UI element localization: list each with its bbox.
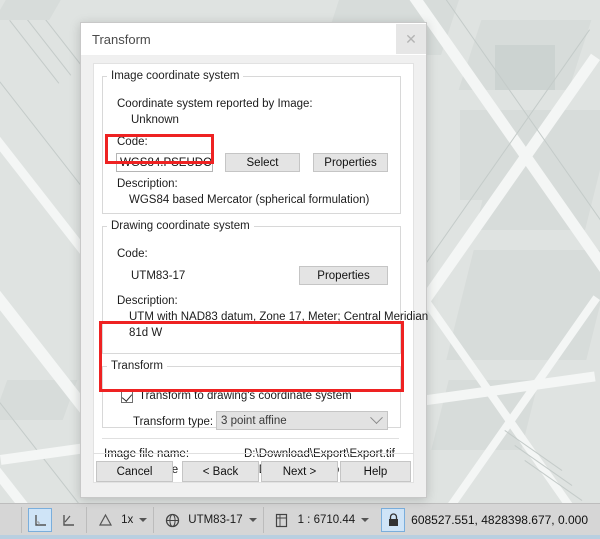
close-icon[interactable]: ✕ — [396, 24, 426, 54]
dialog-body: Image coordinate system Coordinate syste… — [93, 63, 428, 483]
transform-dialog: Transform ✕ Image coordinate system Coor… — [80, 22, 428, 498]
drawing-code-value: UTM83-17 — [131, 270, 186, 282]
image-file-label: Image file name: — [104, 448, 190, 460]
globe-icon — [160, 508, 184, 532]
transform-group: Transform Transform to drawing's coordin… — [102, 360, 401, 430]
drawing-code-label: Code: — [117, 248, 148, 260]
bottom-accent-strip — [0, 535, 600, 539]
image-properties-button[interactable]: Properties — [313, 153, 388, 172]
drawing-description-line2: 81d W — [129, 327, 163, 339]
chevron-down-icon — [370, 411, 383, 425]
next-button[interactable]: Next > — [261, 461, 338, 482]
coordinate-system-group[interactable]: UTM83-17 — [153, 507, 262, 533]
divider-top — [102, 438, 399, 439]
transform-type-select[interactable]: 3 point affine — [216, 411, 388, 430]
transform-type-value: 3 point affine — [221, 414, 287, 427]
reported-cs-value: Unknown — [131, 114, 179, 126]
coordinate-axes-icon[interactable] — [28, 508, 53, 532]
warning-triangle-icon — [93, 508, 117, 532]
chevron-down-icon[interactable] — [248, 518, 257, 522]
dialog-titlebar: Transform ✕ — [81, 23, 426, 56]
drawing-coordinate-system-group: Drawing coordinate system Code: UTM83-17… — [102, 220, 428, 354]
drawing-description-label: Description: — [117, 295, 178, 307]
image-description-value: WGS84 based Mercator (spherical formulat… — [129, 194, 370, 206]
chevron-down-icon[interactable] — [139, 518, 148, 522]
image-description-label: Description: — [117, 178, 178, 190]
coordinate-readout: 608527.551, 4828398.677, 0.000 — [411, 513, 588, 527]
reported-cs-label: Coordinate system reported by Image: — [117, 98, 313, 110]
angle-axes-icon[interactable] — [56, 508, 80, 532]
drawing-cs-legend: Drawing coordinate system — [111, 220, 250, 232]
scale-group[interactable]: 1 : 6710.44 — [262, 507, 376, 533]
help-button[interactable]: Help — [340, 461, 411, 482]
divider-bottom — [93, 453, 414, 454]
chevron-down-icon[interactable] — [361, 518, 370, 522]
annotation-scale-value: 1x — [121, 514, 134, 526]
scale-page-icon — [270, 508, 294, 532]
image-code-input[interactable]: WGS84.PSEUDOM — [116, 153, 213, 172]
check-icon — [121, 391, 133, 402]
cancel-button[interactable]: Cancel — [96, 461, 173, 482]
select-button[interactable]: Select — [225, 153, 300, 172]
transform-legend: Transform — [111, 360, 163, 372]
scale-value: 1 : 6710.44 — [297, 514, 356, 526]
lock-group — [375, 507, 411, 533]
drawing-properties-button[interactable]: Properties — [299, 266, 388, 285]
coordinate-system-value: UTM83-17 — [188, 514, 243, 526]
image-code-label: Code: — [117, 136, 148, 148]
status-bar-spacer — [0, 504, 21, 536]
dialog-title: Transform — [92, 31, 151, 47]
image-cs-legend: Image coordinate system — [111, 70, 240, 82]
image-coordinate-system-group: Image coordinate system Coordinate syste… — [102, 70, 401, 214]
back-button[interactable]: < Back — [182, 461, 259, 482]
status-bar: 1x UTM83-17 1 : 6710.44 608527.551, 4828… — [0, 503, 600, 536]
image-file-value: D:\Download\Export\Export.tif — [244, 448, 395, 460]
drawing-description-line1: UTM with NAD83 datum, Zone 17, Meter; Ce… — [129, 311, 429, 323]
transform-checkbox-label: Transform to drawing's coordinate system — [139, 390, 352, 402]
transform-checkbox[interactable] — [121, 391, 133, 403]
image-code-value: WGS84.PSEUDOM — [120, 156, 213, 169]
annotation-scale-group[interactable]: 1x — [86, 507, 153, 533]
ucs-group — [21, 507, 86, 533]
transform-type-label: Transform type: — [133, 416, 214, 428]
lock-icon[interactable] — [381, 508, 406, 532]
